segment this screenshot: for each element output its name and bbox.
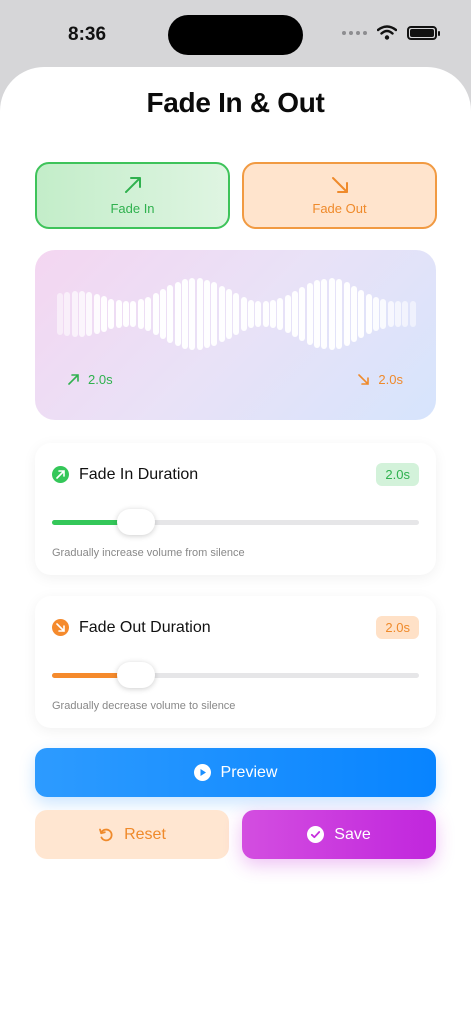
arrow-up-right-icon: [124, 177, 141, 193]
waveform-bar: [196, 278, 203, 350]
waveform-bar: [328, 278, 335, 350]
fade-out-duration-title: Fade Out Duration: [79, 618, 211, 636]
waveform-bar: [233, 293, 240, 335]
arrow-down-right-icon: [331, 177, 348, 193]
preview-button[interactable]: Preview: [35, 748, 436, 797]
waveform-bar: [321, 278, 328, 350]
fade-in-mode-label: Fade In: [110, 201, 155, 216]
waveform-preview: 2.0s 2.0s: [35, 250, 436, 420]
cellular-signal-icon: [342, 30, 367, 35]
waveform-bar: [86, 292, 93, 336]
play-circle-icon: [193, 764, 211, 781]
waveform-bar: [240, 296, 247, 332]
waveform-bar: [145, 296, 152, 332]
waveform-bar: [211, 282, 218, 346]
save-label: Save: [334, 825, 371, 843]
waveform-bar: [343, 281, 350, 347]
counterclockwise-arrow-icon: [99, 828, 113, 841]
waveform-bar: [350, 285, 357, 343]
fade-in-slider-thumb[interactable]: [117, 509, 156, 535]
waveform-bar: [189, 278, 196, 350]
arrow-down-right-icon: [52, 619, 69, 636]
page-title: Fade In & Out: [146, 87, 325, 118]
waveform-bar: [262, 301, 269, 327]
waveform-bar: [314, 280, 321, 348]
fade-in-duration-card: Fade In Duration 2.0s Gradually increase…: [35, 443, 436, 575]
waveform-bar: [284, 294, 291, 334]
fade-sheet: Fade In & Out Fade In Fade Out 2.0s 2.0s: [0, 67, 471, 1024]
waveform-bar: [130, 301, 137, 327]
dynamic-island: [168, 15, 303, 55]
waveform-bar: [71, 290, 78, 338]
save-button[interactable]: Save: [242, 810, 436, 859]
fade-out-slider[interactable]: [52, 662, 419, 688]
waveform-bar: [380, 299, 387, 329]
fade-out-value-badge: 2.0s: [376, 616, 419, 639]
waveform-bar: [159, 289, 166, 339]
reset-button[interactable]: Reset: [35, 810, 229, 859]
waveform-bar: [137, 299, 144, 329]
waveform-bar: [115, 300, 122, 328]
fade-out-description: Gradually decrease volume to silence: [52, 700, 236, 712]
waveform-bar: [203, 279, 210, 349]
waveform-bar: [181, 279, 188, 349]
status-bar: 8:36: [0, 0, 471, 64]
waveform-fade-in-marker: 2.0s: [68, 372, 113, 387]
arrow-up-right-icon: [68, 374, 79, 385]
fade-out-mode-button[interactable]: Fade Out: [242, 162, 437, 229]
arrow-up-right-icon: [52, 466, 69, 483]
waveform-bar: [123, 301, 130, 327]
waveform-bar: [248, 299, 255, 329]
waveform-bar: [174, 281, 181, 347]
status-time: 8:36: [68, 24, 107, 45]
battery-icon: [407, 25, 440, 40]
waveform-bar: [270, 300, 277, 328]
waveform-bar: [101, 296, 108, 332]
fade-out-mode-label: Fade Out: [312, 201, 367, 216]
fade-out-duration-card: Fade Out Duration 2.0s Gradually decreas…: [35, 596, 436, 728]
waveform-bar: [372, 296, 379, 332]
checkmark-circle-icon: [307, 826, 325, 843]
fade-in-slider[interactable]: [52, 509, 419, 535]
fade-out-slider-track[interactable]: [52, 673, 419, 678]
preview-label: Preview: [220, 763, 278, 781]
waveform-bar: [255, 301, 262, 327]
waveform-bar: [108, 298, 115, 330]
waveform-bar: [152, 293, 159, 335]
fade-in-slider-track[interactable]: [52, 520, 419, 525]
waveform-bar: [167, 285, 174, 343]
fade-out-slider-thumb[interactable]: [117, 662, 156, 688]
waveform-bar: [277, 297, 284, 331]
waveform-bar: [299, 286, 306, 342]
waveform-bar: [306, 283, 313, 345]
waveform-bar: [358, 289, 365, 339]
arrow-down-right-icon: [358, 374, 370, 385]
waveform-bar: [79, 290, 86, 337]
fade-in-value-badge: 2.0s: [376, 463, 419, 486]
waveform-bar: [57, 293, 63, 335]
waveform-bar: [336, 278, 343, 350]
waveform-bar: [365, 293, 372, 335]
waveform-fade-in-time: 2.0s: [88, 372, 113, 387]
waveform-bar: [394, 301, 401, 327]
waveform-bars: [57, 278, 417, 350]
waveform-bar: [409, 300, 416, 328]
waveform-bar: [64, 291, 71, 337]
fade-in-duration-title: Fade In Duration: [79, 465, 199, 483]
fade-in-mode-button[interactable]: Fade In: [35, 162, 230, 229]
waveform-bar: [387, 300, 394, 328]
waveform-fade-out-marker: 2.0s: [358, 372, 403, 387]
waveform-bar: [218, 285, 225, 343]
waveform-bar: [225, 289, 232, 339]
status-icons: [342, 25, 440, 40]
waveform-fade-out-time: 2.0s: [378, 372, 403, 387]
fade-in-description: Gradually increase volume from silence: [52, 547, 245, 559]
waveform-bar: [93, 294, 100, 334]
wifi-icon: [377, 25, 397, 40]
waveform-bar: [402, 301, 409, 327]
waveform-bar: [292, 290, 299, 338]
reset-label: Reset: [124, 825, 166, 843]
